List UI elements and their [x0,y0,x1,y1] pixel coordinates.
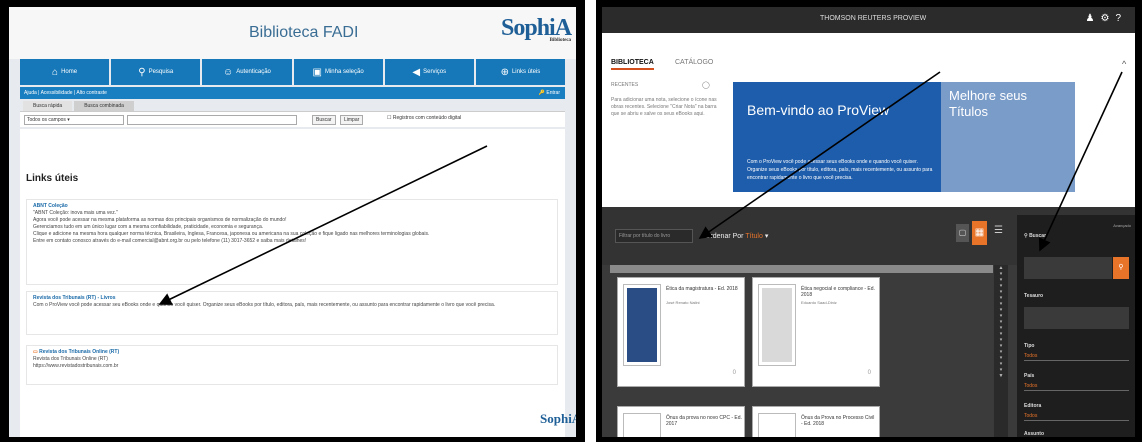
arrow-to-filter [698,71,941,239]
arrow-to-search [1038,71,1123,252]
annotation-arrows [158,71,1123,305]
arrow-to-rt-link [158,145,488,305]
